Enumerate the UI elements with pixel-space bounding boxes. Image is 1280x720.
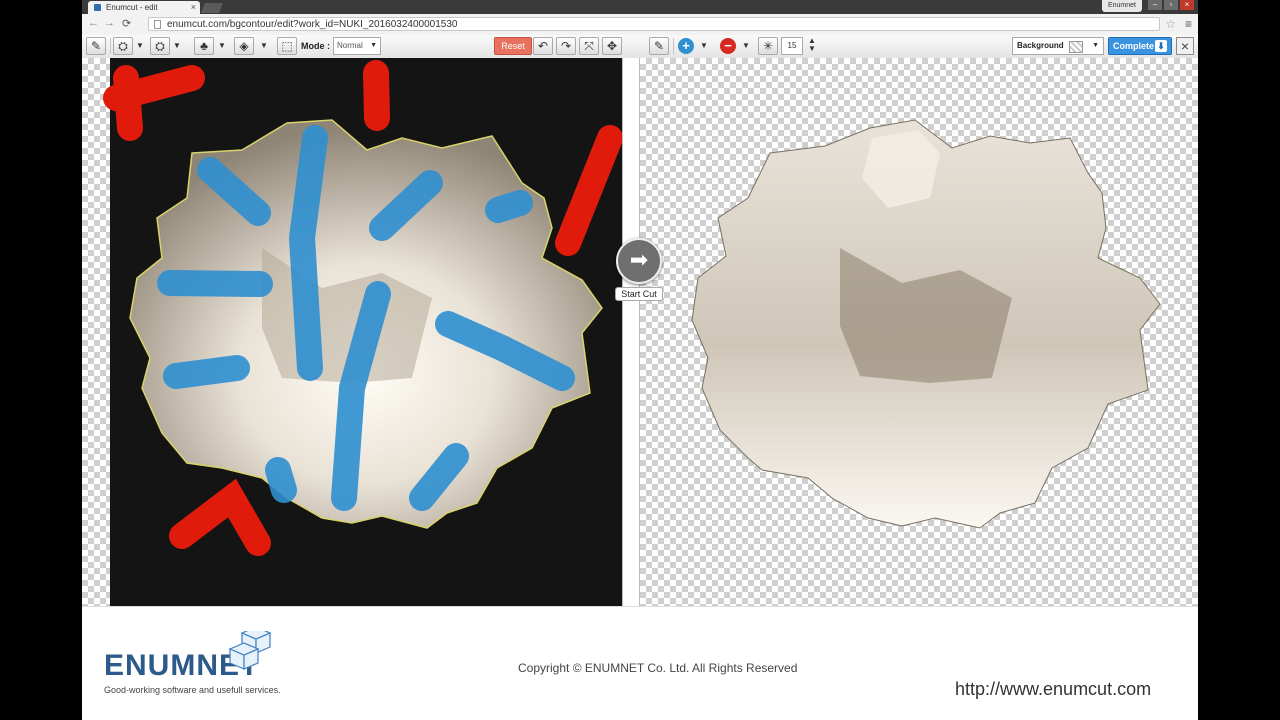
background-select[interactable]: Background ▼ [1012, 37, 1104, 55]
mode-select[interactable]: Normal ▼ [333, 37, 381, 55]
source-image [103, 58, 622, 606]
browser-menu-icon[interactable]: ≡ [1185, 17, 1192, 31]
keep-stroke [163, 355, 250, 389]
pane-divider[interactable] [622, 58, 640, 606]
source-canvas[interactable] [82, 58, 622, 606]
new-tab-button[interactable] [201, 3, 223, 13]
website-link[interactable]: http://www.enumcut.com [955, 679, 1151, 700]
redo-icon[interactable]: ↷ [556, 37, 576, 55]
tab-title: Enumcut - edit [106, 3, 158, 12]
maximize-icon[interactable]: ▫ [1164, 0, 1178, 10]
eraser-dropdown-icon[interactable]: ▼ [260, 37, 268, 55]
keep-stroke [265, 457, 297, 503]
tagline: Good-working software and usefull servic… [104, 685, 281, 695]
reset-button[interactable]: Reset [494, 37, 532, 55]
chevron-down-icon: ▼ [1092, 42, 1099, 49]
remove-area-dropdown-icon[interactable]: ▼ [742, 37, 750, 55]
page-icon [154, 20, 161, 29]
transparent-swatch-icon [1069, 41, 1083, 53]
url-text: enumcut.com/bgcontour/edit?work_id=NUKI_… [167, 19, 458, 30]
add-area-dropdown-icon[interactable]: ▼ [700, 37, 708, 55]
footer: ENUMNET Good-working software and useful… [82, 606, 1198, 720]
start-cut-label[interactable]: Start Cut [615, 287, 663, 301]
back-icon[interactable]: ← [88, 17, 99, 29]
brush-size-stepper[interactable]: ▲ ▼ [808, 37, 816, 55]
mode-label: Mode : [301, 41, 330, 51]
keep-brush-dropdown-icon[interactable]: ▼ [136, 37, 144, 55]
browser-tab[interactable]: Enumcut - edit × [88, 1, 200, 14]
tab-close-icon[interactable]: × [191, 1, 196, 14]
keep-stroke [288, 125, 328, 381]
pen-tool-icon[interactable]: ✎ [86, 37, 106, 55]
mode-select-value: Normal [337, 41, 363, 50]
editor-toolbar: ✎ ⛭ ▼ ⛭ ▼ ♣ ▼ ◈ ▼ ⬚ Mode : Normal ▼ Rese… [82, 35, 1198, 59]
cutout-preview [691, 119, 1161, 529]
remove-stroke [363, 60, 390, 131]
address-bar: ← → ⟳ enumcut.com/bgcontour/edit?work_id… [82, 14, 1198, 36]
favicon-icon [94, 4, 101, 11]
keep-stroke [157, 270, 273, 297]
profile-badge[interactable]: Enumnet [1101, 0, 1142, 12]
remove-brush-icon[interactable]: ⛭ [150, 37, 170, 55]
fit-screen-icon[interactable]: ⤧ [579, 37, 599, 55]
background-label: Background [1017, 41, 1064, 50]
cubes-logo-icon [228, 631, 272, 670]
remove-area-icon[interactable]: − [720, 38, 736, 54]
pen-tool-right-icon[interactable]: ✎ [649, 37, 669, 55]
start-cut-control[interactable]: ➡ Start Cut [613, 238, 665, 302]
chevron-down-icon: ▼ [370, 42, 377, 49]
brush-size-icon: ✳ [758, 37, 778, 55]
arrow-right-icon[interactable]: ➡ [616, 238, 662, 284]
eraser-icon[interactable]: ◈ [234, 37, 254, 55]
screen: Enumcut - edit × Enumnet – ▫ × ← → ⟳ enu… [82, 0, 1198, 720]
reload-icon[interactable]: ⟳ [122, 17, 131, 30]
copyright-text: Copyright © ENUMNET Co. Ltd. All Rights … [518, 661, 798, 675]
complete-button[interactable]: Complete ⬇ [1108, 37, 1172, 55]
undo-icon[interactable]: ↶ [533, 37, 553, 55]
keep-brush-icon[interactable]: ⛭ [113, 37, 133, 55]
tree-brush-dropdown-icon[interactable]: ▼ [218, 37, 226, 55]
bookmark-star-icon[interactable]: ☆ [1165, 17, 1176, 31]
remove-brush-dropdown-icon[interactable]: ▼ [173, 37, 181, 55]
add-area-icon[interactable]: + [678, 38, 694, 54]
window-controls: – ▫ × [1148, 0, 1194, 10]
close-icon[interactable]: × [1176, 37, 1194, 55]
browser-titlebar: Enumcut - edit × Enumnet – ▫ × [82, 0, 1198, 14]
move-icon[interactable]: ✥ [602, 37, 622, 55]
complete-label: Complete [1113, 41, 1155, 51]
tree-brush-icon[interactable]: ♣ [194, 37, 214, 55]
result-canvas[interactable] [640, 58, 1198, 606]
download-icon: ⬇ [1155, 40, 1167, 52]
url-input[interactable]: enumcut.com/bgcontour/edit?work_id=NUKI_… [148, 17, 1160, 31]
forward-icon[interactable]: → [104, 17, 115, 29]
keep-stroke [485, 190, 533, 223]
window-close-icon[interactable]: × [1180, 0, 1194, 10]
minimize-icon[interactable]: – [1148, 0, 1162, 10]
crop-icon[interactable]: ⬚ [277, 37, 297, 55]
brush-size-input[interactable]: 15 [781, 37, 803, 55]
